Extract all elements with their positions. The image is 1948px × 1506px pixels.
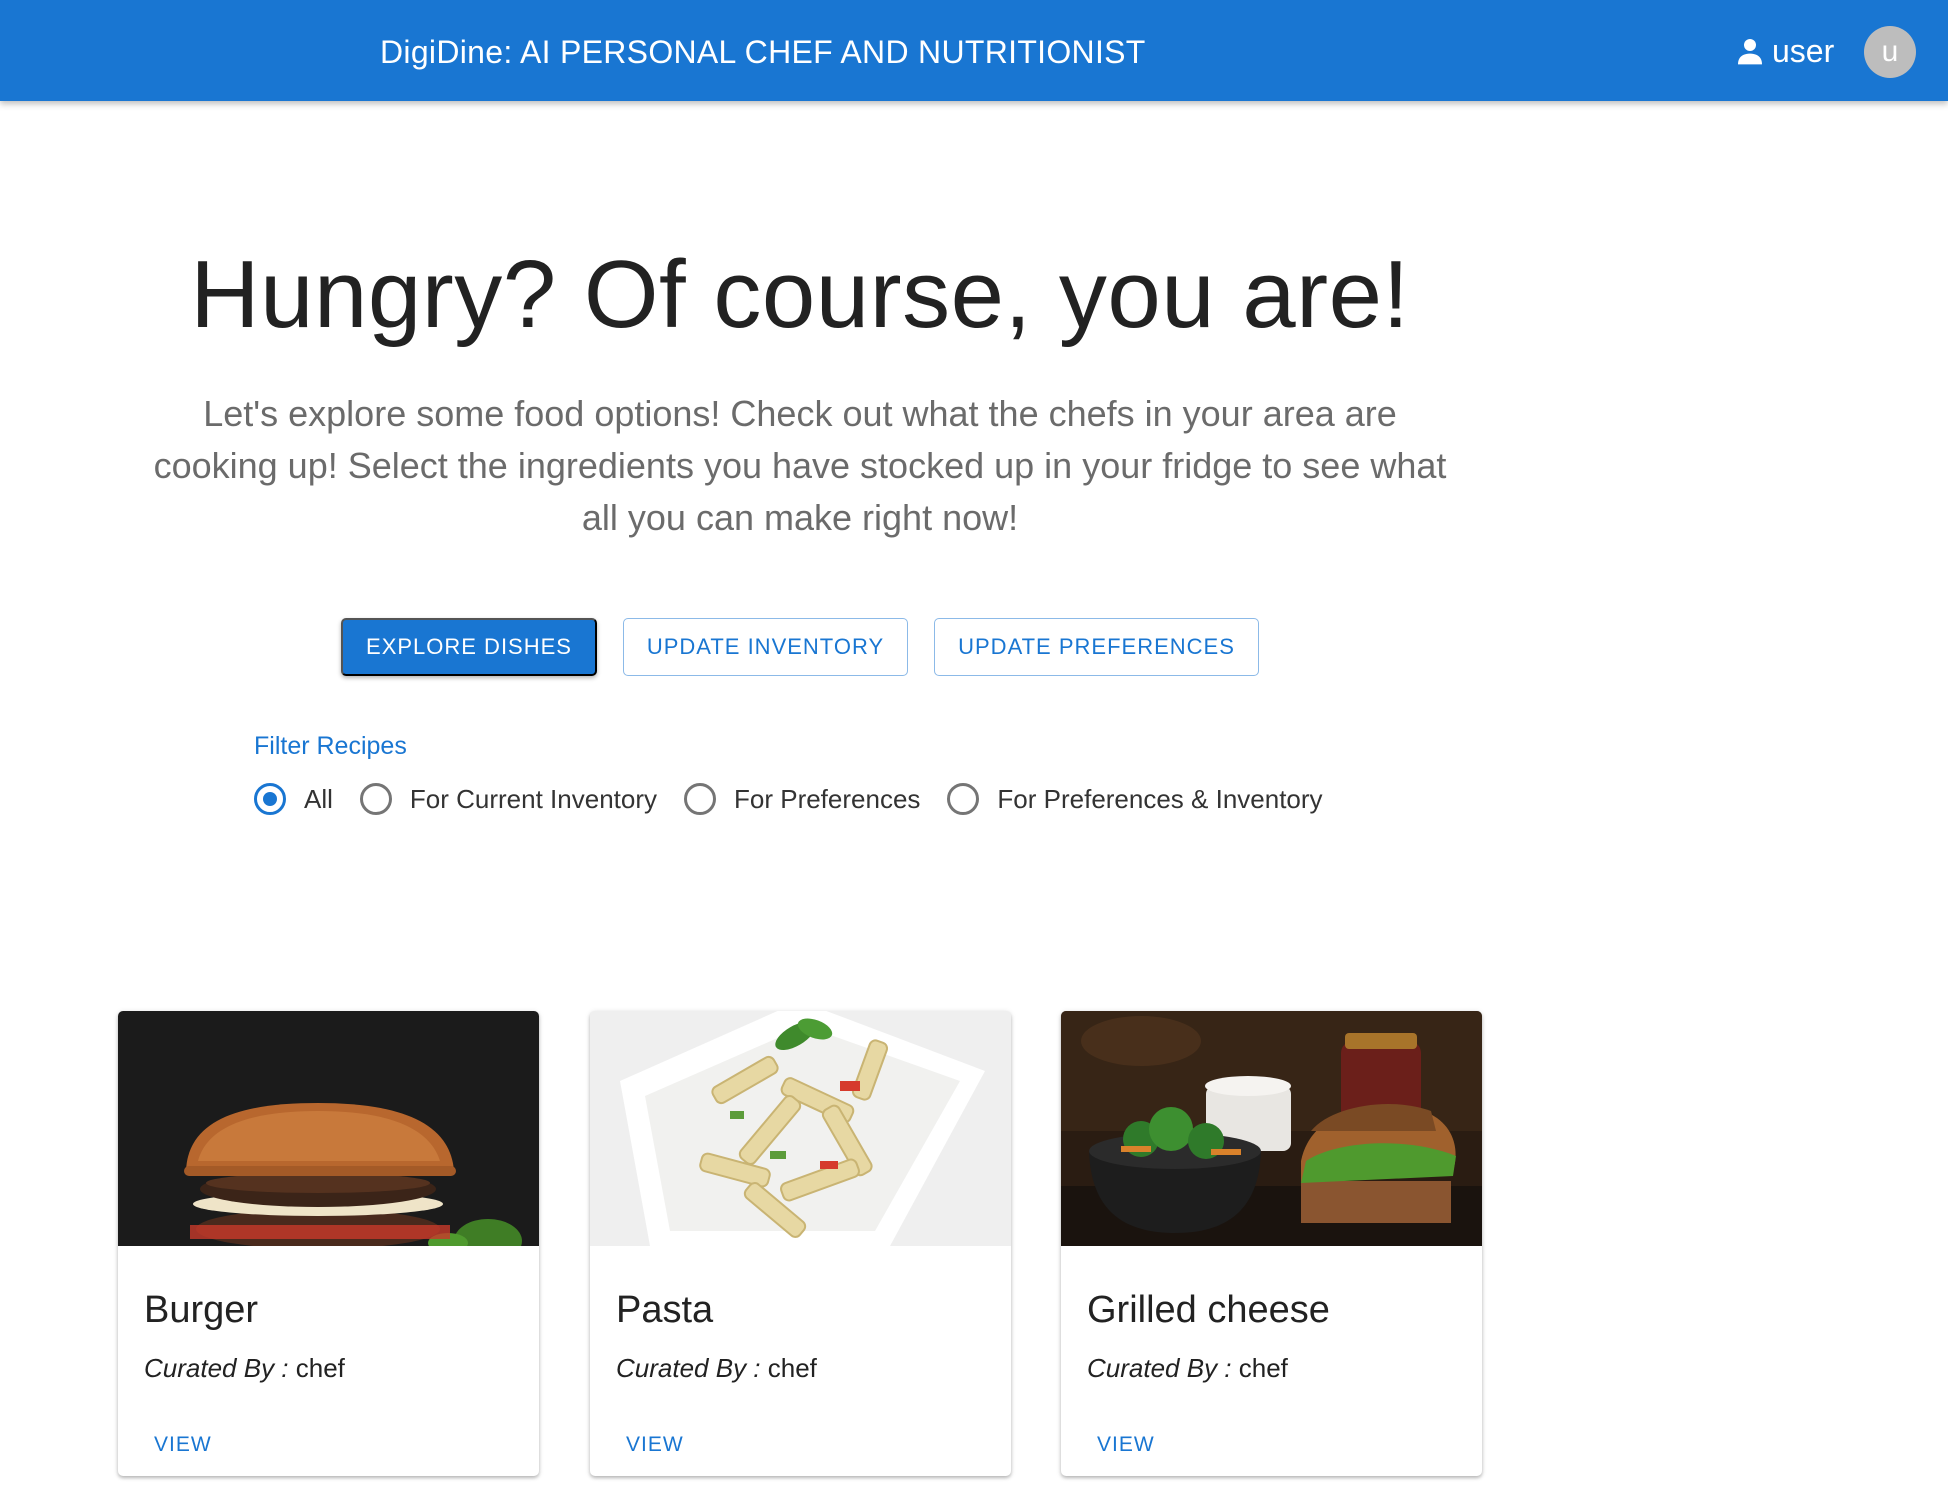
radio-label: All	[304, 783, 333, 814]
avatar[interactable]: u	[1864, 26, 1916, 78]
filter-option-preferences-inventory[interactable]: For Preferences & Inventory	[947, 783, 1323, 815]
curated-label: Curated By :	[616, 1353, 761, 1383]
card-curated-by: Curated By : chef	[144, 1353, 345, 1384]
pasta-photo	[590, 1011, 1011, 1246]
card-title: Burger	[144, 1289, 259, 1331]
radio-button[interactable]	[684, 783, 716, 815]
user-menu[interactable]: user	[1734, 32, 1834, 70]
recipe-card-grilled-cheese: Grilled cheese Curated By : chef VIEW	[1061, 1011, 1482, 1476]
filter-label: Filter Recipes	[254, 732, 407, 760]
view-button[interactable]: VIEW	[144, 1425, 222, 1465]
grilled-sandwich-photo	[1061, 1011, 1482, 1246]
app-title: DigiDine: AI PERSONAL CHEF AND NUTRITION…	[380, 34, 1146, 70]
username: user	[1772, 32, 1835, 69]
card-curated-by: Curated By : chef	[1087, 1353, 1288, 1384]
radio-label: For Preferences	[734, 783, 921, 814]
radio-button[interactable]	[254, 783, 286, 815]
filter-radio-group: All For Current Inventory For Preference…	[254, 782, 1350, 816]
card-title: Grilled cheese	[1087, 1289, 1330, 1331]
curated-label: Curated By :	[144, 1353, 289, 1383]
curator-name: chef	[767, 1353, 817, 1383]
radio-label: For Current Inventory	[409, 783, 657, 814]
burger-photo	[118, 1011, 539, 1246]
person-icon	[1738, 39, 1762, 65]
curator-name: chef	[1238, 1353, 1288, 1383]
app-bar: DigiDine: AI PERSONAL CHEF AND NUTRITION…	[0, 0, 1948, 101]
view-button[interactable]: VIEW	[616, 1425, 694, 1465]
filter-option-preferences[interactable]: For Preferences	[684, 783, 920, 815]
recipe-card-pasta: Pasta Curated By : chef VIEW	[590, 1011, 1011, 1476]
hero-subtitle: Let's explore some food options! Check o…	[153, 393, 1447, 538]
hero-title: Hungry? Of course, you are!	[190, 241, 1410, 348]
curator-name: chef	[295, 1353, 345, 1383]
radio-button[interactable]	[359, 783, 392, 815]
update-inventory-button[interactable]: UPDATE INVENTORY	[623, 618, 908, 676]
recipe-card-burger: Burger Curated By : chef VIEW	[118, 1011, 539, 1476]
radio-button[interactable]	[947, 783, 980, 815]
card-title: Pasta	[616, 1289, 714, 1331]
filter-option-current-inventory[interactable]: For Current Inventory	[359, 783, 657, 815]
curated-label: Curated By :	[1087, 1353, 1232, 1383]
filter-option-all[interactable]: All	[254, 783, 333, 815]
view-button[interactable]: VIEW	[1087, 1425, 1165, 1465]
update-preferences-button[interactable]: UPDATE PREFERENCES	[934, 618, 1259, 676]
radio-label: For Preferences & Inventory	[997, 783, 1323, 814]
explore-dishes-button[interactable]: EXPLORE DISHES	[341, 618, 597, 676]
card-curated-by: Curated By : chef	[616, 1353, 817, 1384]
